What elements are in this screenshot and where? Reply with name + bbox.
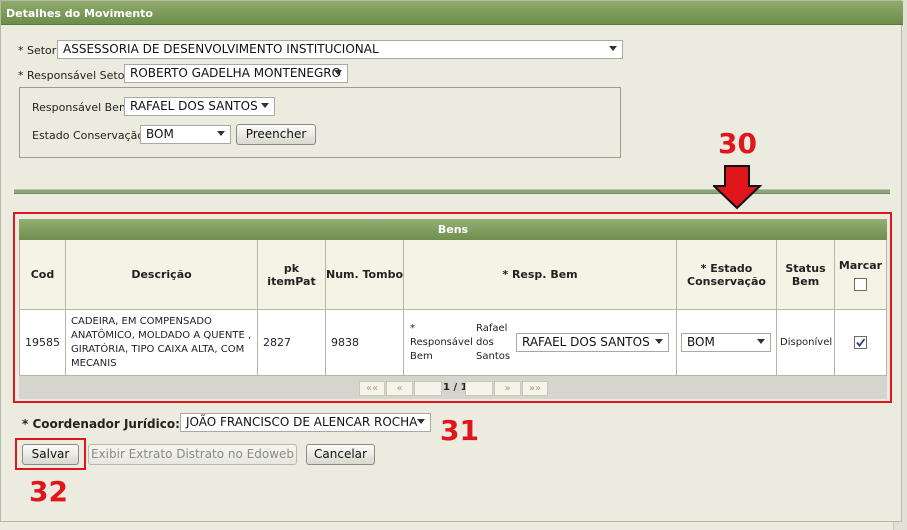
- cell-descricao: CADEIRA, EM COMPENSADO ANATÔMICO, MOLDAD…: [66, 310, 258, 376]
- checkmark-icon: [856, 338, 866, 347]
- col-header-estado: * Estado Conservação: [677, 240, 777, 310]
- dialog-title: Detalhes do Movimento: [1, 1, 903, 25]
- row-estado-select[interactable]: BOM: [681, 333, 771, 352]
- pager-info: 1 / 1: [443, 382, 468, 393]
- resp-bem-select[interactable]: RAFAEL DOS SANTOS: [124, 97, 275, 116]
- chevron-down-icon: [334, 70, 342, 75]
- down-arrow-annotation-icon: [713, 165, 763, 210]
- resp-bem-row-name: Rafael dos Santos: [476, 323, 511, 362]
- annotation-31: 31: [440, 414, 479, 447]
- chevron-down-icon: [217, 131, 225, 136]
- pager-first-button[interactable]: ««: [359, 381, 385, 396]
- col-header-pk: pk itemPat: [258, 240, 326, 310]
- coordenador-select-value: JOÃO FRANCISCO DE ALENCAR ROCHA: [186, 415, 418, 429]
- chevron-down-icon: [609, 46, 617, 51]
- grid-pager: «« « 1 / 1 » »»: [19, 376, 887, 399]
- col-header-tombo: Num. Tombo: [326, 240, 404, 310]
- resp-bem-row-label: * Responsável Bem: [410, 323, 473, 362]
- pager-last-button[interactable]: »»: [522, 381, 548, 396]
- estado-label: Estado Conservação:: [32, 129, 148, 142]
- coordenador-label: * Coordenador Jurídico:: [22, 417, 180, 431]
- chevron-down-icon: [757, 339, 765, 344]
- pager-blank-left: [414, 381, 442, 396]
- col-header-marcar-label: Marcar: [838, 258, 883, 272]
- col-header-descricao: Descrição: [66, 240, 258, 310]
- pager-blank-right: [465, 381, 493, 396]
- movement-details-dialog: Detalhes do Movimento * Setor: ASSESSORI…: [0, 0, 903, 522]
- coordenador-select[interactable]: JOÃO FRANCISCO DE ALENCAR ROCHA: [180, 413, 431, 432]
- annotation-30: 30: [718, 127, 757, 160]
- cancelar-button[interactable]: Cancelar: [306, 444, 375, 465]
- pager-next-button[interactable]: »: [494, 381, 521, 396]
- col-header-resp: * Resp. Bem: [404, 240, 677, 310]
- pager-prev-button[interactable]: «: [386, 381, 413, 396]
- row-resp-select-value: RAFAEL DOS SANTOS: [522, 335, 650, 349]
- select-all-checkbox[interactable]: [854, 277, 867, 291]
- setor-select-value: ASSESSORIA DE DESENVOLVIMENTO INSTITUCIO…: [63, 42, 379, 56]
- resp-setor-label: * Responsável Setor:: [18, 69, 133, 82]
- row-resp-select[interactable]: RAFAEL DOS SANTOS: [516, 333, 669, 352]
- row-estado-select-value: BOM: [687, 335, 715, 349]
- cell-pk: 2827: [258, 310, 326, 376]
- resp-setor-select[interactable]: ROBERTO GADELHA MONTENEGRO: [124, 64, 348, 83]
- estado-select[interactable]: BOM: [140, 125, 231, 144]
- fill-fieldset: [19, 87, 621, 158]
- setor-select[interactable]: ASSESSORIA DE DESENVOLVIMENTO INSTITUCIO…: [57, 40, 623, 59]
- col-header-status: Status Bem: [777, 240, 835, 310]
- resp-bem-select-value: RAFAEL DOS SANTOS: [130, 99, 258, 113]
- chevron-down-icon: [655, 339, 663, 344]
- estado-select-value: BOM: [146, 127, 174, 141]
- grid-title: Bens: [19, 219, 887, 240]
- resp-setor-select-value: ROBERTO GADELHA MONTENEGRO: [130, 66, 342, 80]
- col-header-cod: Cod: [19, 240, 66, 310]
- col-header-marcar: Marcar: [835, 240, 887, 310]
- cell-cod: 19585: [19, 310, 66, 376]
- cell-status: Disponível: [777, 310, 835, 376]
- preencher-button[interactable]: Preencher: [236, 124, 316, 145]
- chevron-down-icon: [417, 419, 425, 424]
- cell-estado: BOM: [677, 310, 777, 376]
- resp-bem-label: Responsável Bem: [32, 101, 130, 114]
- cell-marcar: [835, 310, 887, 376]
- annotation-32: 32: [29, 475, 68, 508]
- exibir-extrato-button[interactable]: Exibir Extrato Distrato no Edoweb: [88, 444, 297, 465]
- salvar-button[interactable]: Salvar: [22, 444, 79, 465]
- chevron-down-icon: [261, 103, 269, 108]
- setor-label: * Setor:: [18, 44, 60, 57]
- row-mark-checkbox[interactable]: [854, 336, 867, 349]
- cell-tombo: 9838: [326, 310, 404, 376]
- cell-resp: * Responsável Bem Rafael dos Santos RAFA…: [404, 310, 677, 376]
